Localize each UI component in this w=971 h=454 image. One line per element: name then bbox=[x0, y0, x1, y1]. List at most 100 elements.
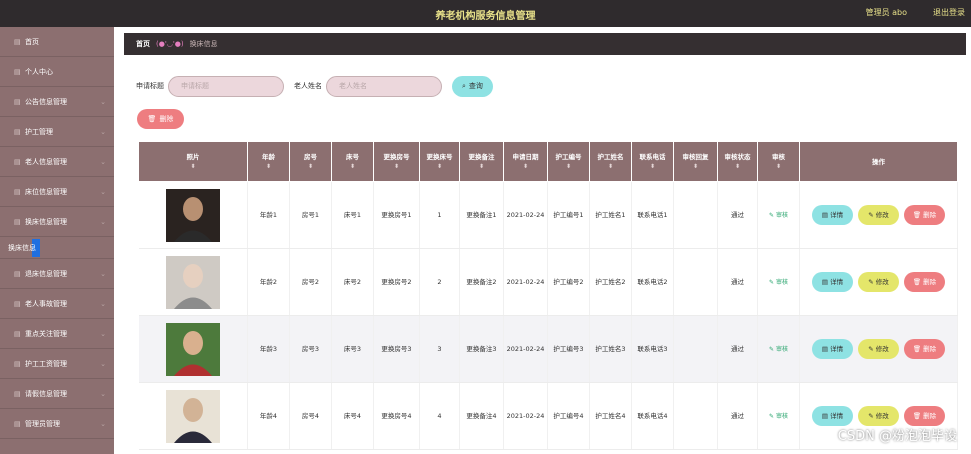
delete-button[interactable]: 🗑 删除 bbox=[904, 205, 945, 225]
column-header-label: 联系电话 bbox=[639, 152, 666, 161]
edit-button[interactable]: ✎ 修改 bbox=[858, 406, 899, 426]
column-header[interactable]: 更换备注 ⬍ bbox=[459, 141, 504, 182]
portrait-photo bbox=[165, 188, 220, 242]
column-header[interactable]: 联系电话 ⬍ bbox=[631, 141, 674, 182]
data-cell: 2021-02-24 bbox=[503, 382, 548, 450]
batch-delete-button[interactable]: 🗑 删除 bbox=[137, 109, 184, 129]
list-icon: ▤ bbox=[14, 389, 21, 398]
data-cell: 房号1 bbox=[289, 181, 332, 249]
edit-button[interactable]: ✎ 修改 bbox=[858, 339, 899, 359]
detail-button[interactable]: ▤ 详情 bbox=[812, 272, 853, 292]
sidebar-item[interactable]: ▤ 个人中心 bbox=[0, 57, 114, 87]
audit-cell: ✎ 审核 bbox=[757, 382, 800, 450]
sidebar-item[interactable]: ▤ 公告信息管理 ⌄ bbox=[0, 87, 114, 117]
delete-button[interactable]: 🗑 删除 bbox=[904, 339, 945, 359]
column-header-label: 审核状态 bbox=[724, 152, 751, 161]
data-cell: 床号4 bbox=[331, 382, 374, 450]
detail-icon: ▤ bbox=[821, 278, 829, 286]
column-header[interactable]: 审核回复 ⬍ bbox=[673, 141, 718, 182]
detail-icon: ▤ bbox=[821, 345, 829, 353]
data-cell: 更换房号1 bbox=[373, 181, 420, 249]
data-cell: 更换房号4 bbox=[373, 382, 420, 450]
sidebar-item[interactable]: ▤ 管理员管理 ⌄ bbox=[0, 409, 114, 439]
column-header[interactable]: 照片 ⬍ bbox=[138, 141, 248, 182]
audit-link[interactable]: ✎ 审核 bbox=[769, 212, 788, 219]
column-header-label: 护工编号 bbox=[555, 152, 582, 161]
detail-button[interactable]: ▤ 详情 bbox=[812, 205, 853, 225]
column-header[interactable]: 年龄 ⬍ bbox=[247, 141, 290, 182]
search-icon: ⌕ bbox=[462, 81, 466, 90]
sort-icon: ⬍ bbox=[565, 162, 572, 170]
app-title: 养老机构服务信息管理 bbox=[435, 11, 536, 22]
column-header-label: 房号 bbox=[304, 152, 317, 161]
breadcrumb-home[interactable]: 首页 bbox=[136, 39, 150, 49]
sort-icon: ⬍ bbox=[190, 162, 196, 170]
chevron-down-icon: ⌄ bbox=[100, 127, 106, 136]
data-cell: 4 bbox=[419, 382, 460, 450]
data-cell: 2 bbox=[419, 248, 460, 316]
audit-link[interactable]: ✎ 审核 bbox=[769, 279, 788, 286]
column-header[interactable]: 护工编号 ⬍ bbox=[547, 141, 590, 182]
detail-button[interactable]: ▤ 详情 bbox=[812, 339, 853, 359]
delete-button-label: 删除 bbox=[923, 412, 937, 420]
title-search-input[interactable]: 申请标题 bbox=[168, 75, 284, 97]
delete-button-label: 删除 bbox=[923, 345, 937, 353]
delete-button[interactable]: 🗑 删除 bbox=[904, 272, 945, 292]
column-header[interactable]: 更换床号 ⬍ bbox=[419, 141, 460, 182]
edit-button-label: 修改 bbox=[875, 211, 889, 219]
column-header-label: 更换房号 bbox=[383, 152, 410, 161]
sidebar-item[interactable]: ▤ 首页 bbox=[0, 27, 114, 57]
data-cell: 房号3 bbox=[289, 315, 332, 383]
list-icon: ▤ bbox=[14, 419, 21, 428]
search-button[interactable]: ⌕ 查询 bbox=[452, 75, 493, 97]
name-search-input[interactable]: 老人姓名 bbox=[326, 75, 442, 97]
sidebar-subitem-active[interactable]: 换床信息 bbox=[0, 237, 114, 259]
chevron-down-icon: ⌄ bbox=[100, 299, 106, 308]
edit-button[interactable]: ✎ 修改 bbox=[858, 205, 899, 225]
sidebar-item-label: 护工管理 bbox=[25, 127, 53, 136]
column-header[interactable]: 申请日期 ⬍ bbox=[503, 141, 548, 182]
sidebar-item[interactable]: ▤ 请假信息管理 ⌄ bbox=[0, 379, 114, 409]
sidebar-item[interactable]: ▤ 老人信息管理 ⌄ bbox=[0, 147, 114, 177]
column-header[interactable]: 房号 ⬍ bbox=[289, 141, 332, 182]
sidebar-item[interactable]: ▤ 护工管理 ⌄ bbox=[0, 117, 114, 147]
edit-button[interactable]: ✎ 修改 bbox=[858, 272, 899, 292]
table-row: 年龄4 房号4 床号4 更换房号4 4 更换备注4 2021-02-24 护工编号4 护工姓名4… bbox=[138, 382, 958, 450]
list-icon: ▤ bbox=[14, 157, 21, 166]
column-header-label: 申请日期 bbox=[512, 152, 539, 161]
data-cell: 护工编号2 bbox=[547, 248, 590, 316]
audit-link[interactable]: ✎ 审核 bbox=[769, 346, 788, 353]
list-icon: ▤ bbox=[14, 329, 21, 338]
sidebar-item[interactable]: ▤ 重点关注管理 ⌄ bbox=[0, 319, 114, 349]
data-cell: 联系电话4 bbox=[631, 382, 674, 450]
sidebar-item-label: 个人中心 bbox=[25, 67, 53, 76]
list-icon: ▤ bbox=[14, 269, 21, 278]
chevron-down-icon: ⌄ bbox=[100, 97, 106, 106]
delete-button[interactable]: 🗑 删除 bbox=[904, 406, 945, 426]
sidebar-item[interactable]: ▤ 换床信息管理 ⌄ bbox=[0, 207, 114, 237]
trash-icon: 🗑 bbox=[912, 211, 922, 219]
actions-cell: ▤ 详情 ✎ 修改 🗑 删除 bbox=[799, 315, 958, 383]
watermark: CSDN @粉泡泡毕设 bbox=[837, 429, 957, 444]
batch-delete-label: 删除 bbox=[159, 115, 174, 123]
detail-button[interactable]: ▤ 详情 bbox=[812, 406, 853, 426]
sidebar-item[interactable]: ▤ 床位信息管理 ⌄ bbox=[0, 177, 114, 207]
column-header[interactable]: 审核 ⬍ bbox=[757, 141, 800, 182]
edit-icon: ✎ bbox=[868, 345, 874, 353]
chevron-down-icon: ⌄ bbox=[100, 329, 106, 338]
sidebar-item[interactable]: ▤ 退床信息管理 ⌄ bbox=[0, 259, 114, 289]
column-header[interactable]: 床号 ⬍ bbox=[331, 141, 374, 182]
main-content: 首页 (●'◡'●) 换床信息 申请标题 申请标题 老人姓名 老人姓名 ⌕ 查询 … bbox=[124, 33, 966, 454]
column-header[interactable]: 审核状态 ⬍ bbox=[717, 141, 758, 182]
data-cell bbox=[673, 382, 718, 450]
data-cell: 护工编号1 bbox=[547, 181, 590, 249]
sidebar-item[interactable]: ▤ 老人事故管理 ⌄ bbox=[0, 289, 114, 319]
column-header[interactable]: 护工姓名 ⬍ bbox=[589, 141, 632, 182]
column-header[interactable]: 更换房号 ⬍ bbox=[373, 141, 420, 182]
detail-button-label: 详情 bbox=[830, 345, 844, 353]
sidebar-item[interactable]: ▤ 护工工资管理 ⌄ bbox=[0, 349, 114, 379]
sort-icon: ⬍ bbox=[265, 162, 272, 170]
audit-link[interactable]: ✎ 审核 bbox=[769, 413, 788, 420]
column-header-label: 更换备注 bbox=[468, 152, 495, 161]
logout-link[interactable]: 退出登录 bbox=[933, 7, 965, 18]
